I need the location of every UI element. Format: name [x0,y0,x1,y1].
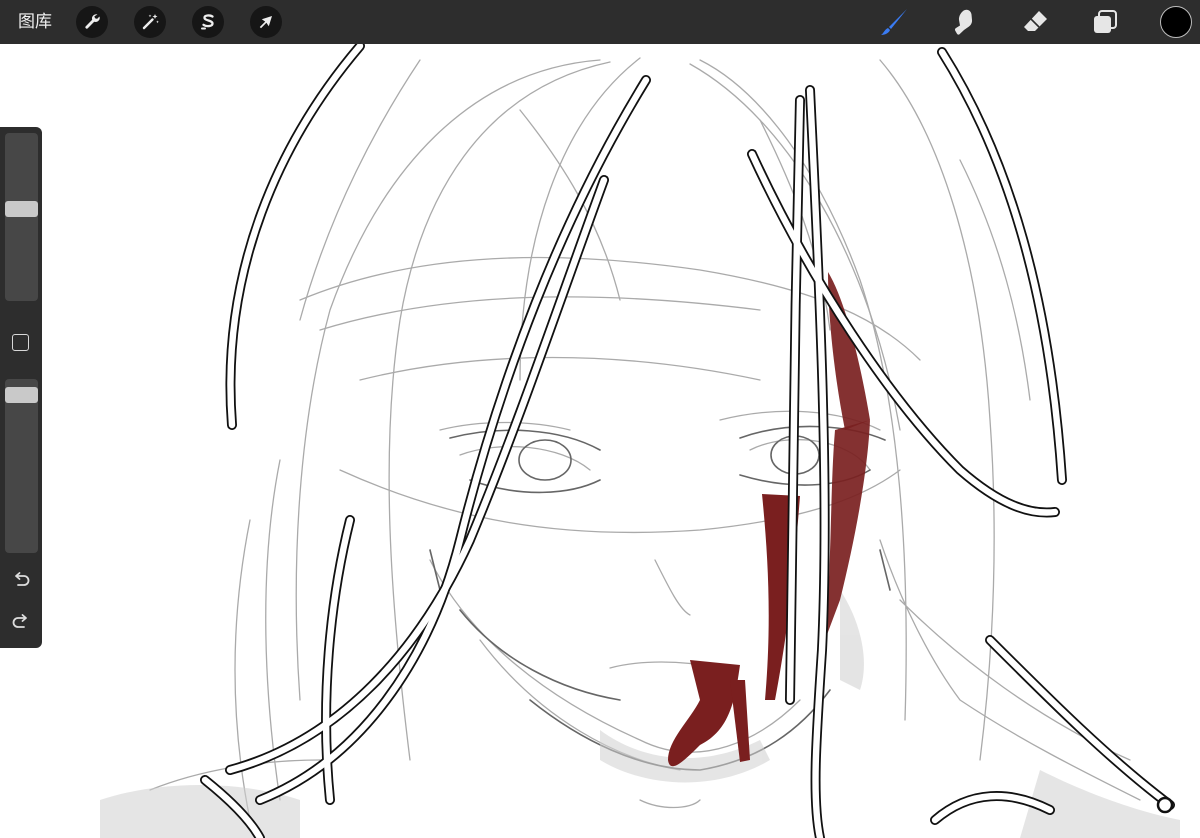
eraser-icon [1024,11,1047,31]
brush-opacity-slider[interactable] [5,379,38,553]
selection-button[interactable] [192,6,224,38]
top-toolbar: 图库 [0,0,1200,44]
brush-opacity-thumb[interactable] [5,387,38,403]
brush-sidebar [0,127,42,648]
smudge-finger-icon [954,9,973,35]
color-picker-button[interactable] [1160,6,1192,38]
artwork-sketch [100,41,1180,838]
selection-s-icon [201,14,214,30]
hair-ornament [1156,796,1174,814]
brush-tool-button[interactable] [879,6,911,38]
adjustments-button[interactable] [134,6,166,38]
undo-button[interactable] [10,569,32,591]
redo-button[interactable] [10,611,32,633]
blood-layer [668,272,870,767]
procreate-app: 图库 [0,0,1200,838]
brush-size-thumb[interactable] [5,201,38,217]
transform-button[interactable] [250,6,282,38]
wrench-icon [85,14,100,29]
gallery-button[interactable]: 图库 [18,11,52,33]
smudge-tool-button[interactable] [948,6,980,38]
drawing-canvas[interactable] [0,41,1200,838]
brush-size-slider[interactable] [5,133,38,301]
layers-button[interactable] [1089,6,1121,38]
redo-icon [12,614,27,628]
layers-icon [1094,10,1117,33]
pencil-sketch-layer [149,57,1141,821]
hair-strands-layer [200,41,1175,838]
magic-wand-icon [142,14,159,30]
undo-icon [15,572,30,586]
brush-icon [881,9,907,35]
actions-button[interactable] [76,6,108,38]
eraser-tool-button[interactable] [1020,6,1052,38]
transform-arrow-icon [259,16,272,29]
square-modifier-icon[interactable] [12,334,29,351]
